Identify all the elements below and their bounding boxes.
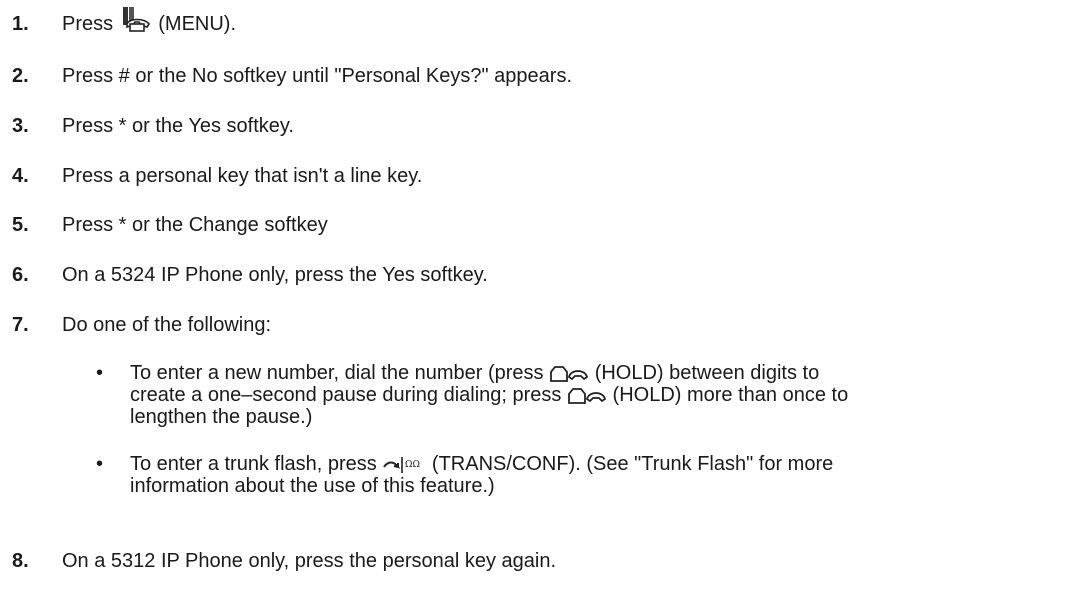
trans-conf-icon: ΩΩ (383, 456, 420, 473)
bullet-item-trunk-flash: To enter a trunk flash, press ΩΩ (TRANS/… (130, 453, 1080, 497)
menu-phone-icon (122, 6, 150, 32)
step-number: 4. (12, 165, 29, 187)
bullet-text: To enter a new number, dial the number (… (130, 362, 544, 384)
bullet-text: (TRANS/CONF). (See "Trunk Flash" for mor… (431, 453, 834, 475)
step-text: Press * or the Yes softkey. (62, 115, 294, 137)
hold-icon (550, 365, 589, 382)
svg-text:ΩΩ: ΩΩ (405, 460, 420, 470)
step-text: Press * or the Change softkey (62, 214, 328, 236)
step-number: 1. (12, 13, 29, 35)
step-text: Press (62, 13, 114, 35)
step-number: 8. (12, 550, 29, 572)
bullet-text: information about the use of this featur… (130, 475, 495, 497)
bullet-text: (HOLD) more than once to (612, 384, 849, 406)
bullet-marker: • (96, 453, 104, 475)
bullet-text: To enter a trunk flash, press (130, 453, 377, 475)
step-text: On a 5312 IP Phone only, press the perso… (62, 550, 557, 572)
step-text: Press a personal key that isn't a line k… (62, 165, 423, 187)
step-number: 2. (12, 65, 29, 87)
step-number: 5. (12, 214, 29, 236)
bullet-marker: • (96, 362, 104, 384)
step-text: Press # or the No softkey until "Persona… (62, 65, 573, 87)
step-text: Do one of the following: (62, 314, 272, 336)
bullet-text: (HOLD) between digits to (594, 362, 820, 384)
hold-icon (568, 387, 606, 404)
step-number: 7. (12, 314, 29, 336)
step-number: 6. (12, 264, 29, 286)
bullet-text: create a one–second pause during dialing… (130, 384, 562, 406)
bullet-text: lengthen the pause.) (130, 406, 313, 428)
step-number: 3. (12, 115, 29, 137)
step-text: On a 5324 IP Phone only, press the Yes s… (62, 264, 488, 286)
bullet-item-new-number: To enter a new number, dial the number (… (130, 362, 1080, 428)
step-text-suffix: (MENU). (158, 13, 237, 35)
